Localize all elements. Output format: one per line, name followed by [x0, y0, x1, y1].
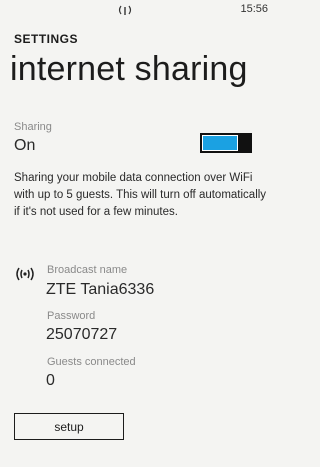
- setup-button-label: setup: [54, 419, 84, 434]
- sharing-state: On: [14, 137, 36, 154]
- broadcast-icon: [16, 267, 34, 281]
- app-title: SETTINGS: [14, 32, 79, 46]
- status-time: 15:56: [240, 3, 268, 15]
- toggle-thumb[interactable]: [240, 133, 252, 153]
- page-title: internet sharing: [10, 50, 248, 88]
- toggle-fill: [203, 136, 237, 150]
- broadcast-name-value[interactable]: ZTE Tania6336: [46, 281, 154, 299]
- password-label: Password: [47, 310, 96, 322]
- guests-connected-label: Guests connected: [47, 356, 136, 368]
- password-value[interactable]: 25070727: [46, 326, 117, 344]
- status-bar: 15:56: [0, 0, 280, 18]
- sharing-label: Sharing: [14, 121, 52, 133]
- sharing-description: Sharing your mobile data connection over…: [14, 172, 267, 218]
- sharing-toggle[interactable]: [200, 133, 252, 153]
- guests-connected-value: 0: [46, 372, 55, 389]
- setup-button[interactable]: setup: [14, 413, 124, 440]
- broadcast-icon: [118, 5, 132, 15]
- broadcast-name-label: Broadcast name: [47, 264, 128, 276]
